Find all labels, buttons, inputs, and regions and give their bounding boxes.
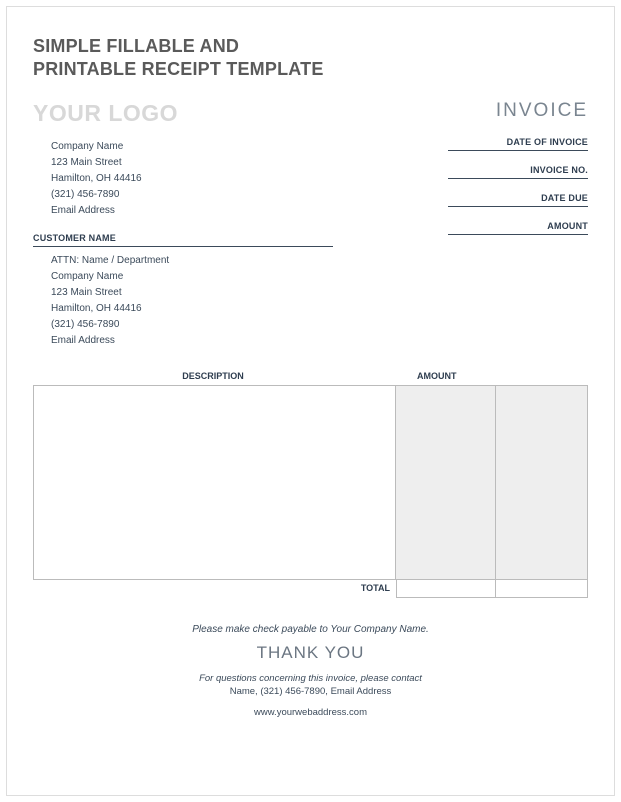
title-line-1: SIMPLE FILLABLE AND [33, 35, 588, 58]
customer-attn: ATTN: Name / Department [51, 253, 428, 269]
customer-name: Company Name [51, 269, 428, 285]
customer-section-header: CUSTOMER NAME [33, 233, 333, 247]
invoice-page: SIMPLE FILLABLE AND PRINTABLE RECEIPT TE… [6, 6, 615, 796]
line-items-table: DESCRIPTION AMOUNT TOTAL [33, 371, 588, 598]
meta-column: DATE OF INVOICE INVOICE NO. DATE DUE AMO… [448, 137, 588, 349]
body-row: Company Name 123 Main Street Hamilton, O… [33, 137, 588, 349]
cell-amount-2[interactable] [495, 386, 587, 579]
customer-block: ATTN: Name / Department Company Name 123… [51, 253, 428, 349]
meta-date-of-invoice: DATE OF INVOICE [448, 137, 588, 151]
header-row: YOUR LOGO INVOICE [33, 100, 588, 127]
customer-phone: (321) 456-7890 [51, 317, 428, 333]
cell-description[interactable] [34, 386, 395, 579]
total-cell-2[interactable] [496, 580, 588, 598]
company-phone: (321) 456-7890 [51, 187, 428, 203]
invoice-heading: INVOICE [496, 100, 588, 122]
customer-street: 123 Main Street [51, 285, 428, 301]
footer-contact-line1: For questions concerning this invoice, p… [33, 673, 588, 684]
footer-payable: Please make check payable to Your Compan… [33, 624, 588, 635]
company-block: Company Name 123 Main Street Hamilton, O… [51, 139, 428, 219]
document-title: SIMPLE FILLABLE AND PRINTABLE RECEIPT TE… [33, 35, 588, 82]
customer-citystate: Hamilton, OH 44416 [51, 301, 428, 317]
table-headers: DESCRIPTION AMOUNT [33, 371, 588, 385]
title-line-2: PRINTABLE RECEIPT TEMPLATE [33, 58, 588, 81]
meta-amount-label: AMOUNT [448, 221, 588, 235]
customer-email: Email Address [51, 333, 428, 349]
left-column: Company Name 123 Main Street Hamilton, O… [33, 137, 448, 349]
footer: Please make check payable to Your Compan… [33, 624, 588, 718]
meta-invoice-no-label: INVOICE NO. [448, 165, 588, 179]
meta-invoice-no: INVOICE NO. [448, 165, 588, 179]
footer-web: www.yourwebaddress.com [33, 707, 588, 718]
table-body [33, 385, 588, 580]
meta-date-due-label: DATE DUE [448, 193, 588, 207]
header-amount: AMOUNT [393, 371, 588, 381]
header-description: DESCRIPTION [33, 371, 393, 381]
total-label: TOTAL [33, 580, 396, 598]
meta-date-of-invoice-label: DATE OF INVOICE [448, 137, 588, 151]
total-cell-1[interactable] [396, 580, 496, 598]
company-street: 123 Main Street [51, 155, 428, 171]
total-row: TOTAL [33, 580, 588, 598]
logo-placeholder: YOUR LOGO [33, 100, 178, 127]
meta-date-due: DATE DUE [448, 193, 588, 207]
company-email: Email Address [51, 203, 428, 219]
company-citystate: Hamilton, OH 44416 [51, 171, 428, 187]
cell-amount-1[interactable] [395, 386, 495, 579]
meta-amount: AMOUNT [448, 221, 588, 235]
footer-contact-line2: Name, (321) 456-7890, Email Address [33, 686, 588, 697]
footer-thanks: THANK YOU [33, 643, 588, 663]
company-name: Company Name [51, 139, 428, 155]
